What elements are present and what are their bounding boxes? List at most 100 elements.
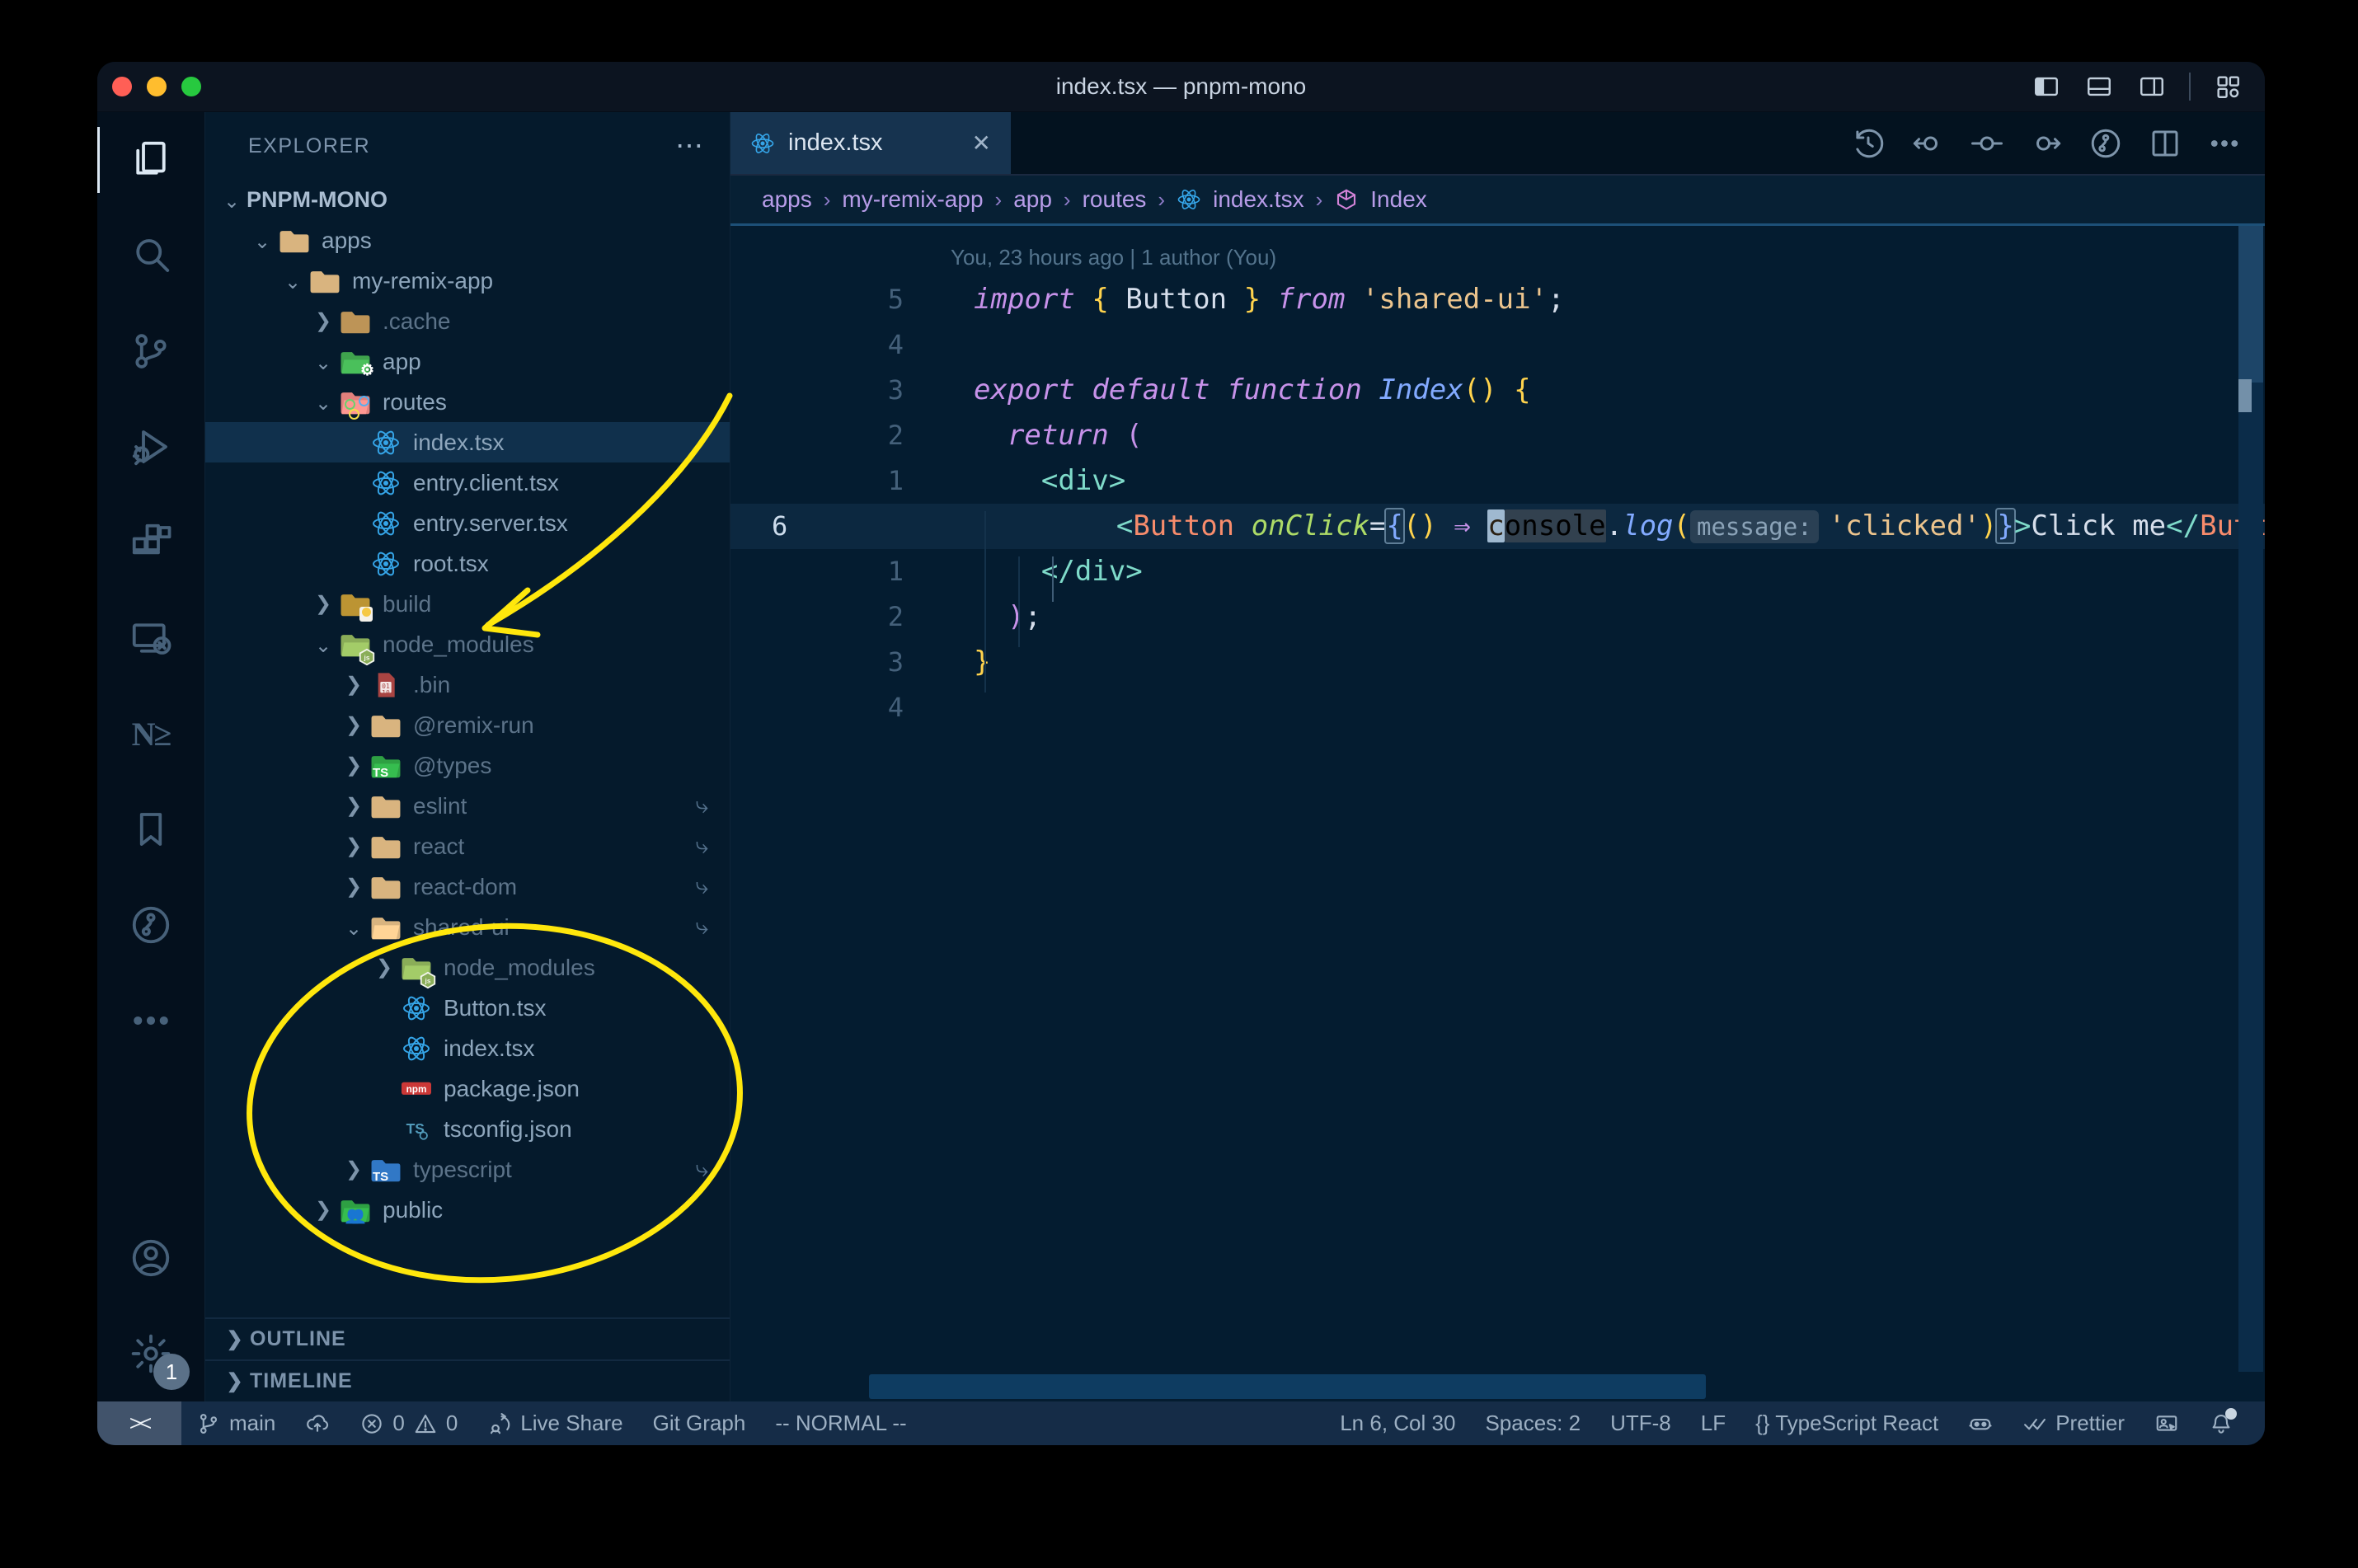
tree-item-package-json[interactable]: npm package.json [205, 1068, 730, 1109]
breadcrumb-item[interactable]: index.tsx [1213, 186, 1304, 213]
activity-remote-explorer[interactable] [97, 590, 204, 686]
vertical-scrollbar-thumb[interactable] [2238, 226, 2263, 383]
symlink-arrow-icon: ⤷ [695, 873, 708, 899]
activity-source-control[interactable] [97, 303, 204, 399]
svg-text:10: 10 [382, 689, 390, 697]
tree-item-eslint[interactable]: ❯ eslint ⤷ [205, 786, 730, 826]
breadcrumb-item[interactable]: apps [762, 186, 812, 213]
code-line[interactable]: 1 </div> [730, 549, 2265, 594]
tree-item-entry-server-tsx[interactable]: entry.server.tsx [205, 503, 730, 543]
tree-item-apps[interactable]: ⌄ apps [205, 220, 730, 261]
open-changes-previous-icon[interactable] [1910, 126, 1945, 161]
status-git-branch[interactable]: main [181, 1401, 290, 1445]
status-cursor-position[interactable]: Ln 6, Col 30 [1325, 1401, 1470, 1445]
status-encoding[interactable]: UTF-8 [1595, 1401, 1686, 1445]
tree-item-build[interactable]: ❯ build [205, 584, 730, 624]
error-icon [359, 1411, 384, 1436]
code-line[interactable]: 3 export default function Index() { [730, 368, 2265, 413]
tree-item-node-modules[interactable]: ⌄ js node_modules [205, 624, 730, 665]
customize-layout-icon[interactable] [2212, 73, 2243, 101]
breadcrumb-item[interactable]: Index [1370, 186, 1427, 213]
tree-item-routes[interactable]: ⌄ routes [205, 382, 730, 422]
breadcrumb-item[interactable]: app [1013, 186, 1052, 213]
code-line[interactable]: 4 [730, 322, 2265, 368]
tree-item-typescript[interactable]: ❯ TS typescript ⤷ [205, 1149, 730, 1190]
code-line[interactable]: 1 <div> [730, 458, 2265, 504]
tree-item-entry-client-tsx[interactable]: entry.client.tsx [205, 462, 730, 503]
chevron-right-icon: ❯ [226, 1328, 244, 1350]
activity-more-views[interactable] [97, 973, 204, 1068]
status-feedback[interactable] [2140, 1401, 2194, 1445]
status-notifications[interactable] [2194, 1401, 2248, 1445]
tree-item-my-remix-app[interactable]: ⌄ my-remix-app [205, 261, 730, 301]
vertical-scrollbar[interactable] [2238, 226, 2263, 1372]
tree-item-label: app [383, 348, 421, 374]
tree-item-react-dom[interactable]: ❯ react-dom ⤷ [205, 866, 730, 907]
open-changes-next-icon[interactable] [2029, 126, 2064, 161]
status-remote-indicator[interactable]: >< [97, 1401, 181, 1445]
tree-item-public[interactable]: ❯ 👤 👤 public [205, 1190, 730, 1230]
activity-accounts[interactable] [97, 1210, 204, 1306]
tree-item--cache[interactable]: ❯ .cache [205, 301, 730, 341]
status-copilot[interactable] [1953, 1401, 2008, 1445]
tree-item-react[interactable]: ❯ react ⤷ [205, 826, 730, 866]
breadcrumb-separator: › [1158, 186, 1166, 212]
panel-outline[interactable]: ❯ OUTLINE [205, 1317, 730, 1359]
code-line[interactable]: 2 ); [730, 594, 2265, 640]
panel-timeline[interactable]: ❯ TIMELINE [205, 1359, 730, 1401]
horizontal-scrollbar[interactable] [869, 1374, 1706, 1399]
activity-nx-console[interactable]: N≥ [97, 686, 204, 782]
status-language-mode[interactable]: {} TypeScript React [1740, 1401, 1953, 1445]
toggle-panel-icon[interactable] [2083, 73, 2115, 101]
code-line[interactable]: 4 [730, 685, 2265, 730]
status-live-share[interactable]: Live Share [472, 1401, 637, 1445]
code-line[interactable]: 3} [730, 640, 2265, 685]
status-git-graph[interactable]: Git Graph [638, 1401, 761, 1445]
activity-extensions[interactable] [97, 495, 204, 590]
more-actions-icon[interactable] [2207, 126, 2242, 161]
open-changes-icon[interactable] [1970, 126, 2004, 161]
activity-bookmarks[interactable] [97, 782, 204, 877]
breadcrumb-item[interactable]: routes [1083, 186, 1147, 213]
tree-item-tsconfig-json[interactable]: TS tsconfig.json [205, 1109, 730, 1149]
gitlens-graph-icon[interactable] [2088, 126, 2123, 161]
tree-item-index-tsx[interactable]: index.tsx [205, 422, 730, 462]
gitlens-blame-annotation[interactable]: You, 23 hours ago | 1 author (You) [730, 237, 2265, 277]
status-publish[interactable] [290, 1401, 345, 1445]
status-eol[interactable]: LF [1686, 1401, 1740, 1445]
tree-item-node-modules[interactable]: ❯ js node_modules [205, 947, 730, 988]
tree-item-pnpm-mono[interactable]: ⌄ PNPM-MONO [205, 180, 730, 220]
tree-item-root-tsx[interactable]: root.tsx [205, 543, 730, 584]
status-prettier[interactable]: Prettier [2008, 1401, 2140, 1445]
tree-item--remix-run[interactable]: ❯ @remix-run [205, 705, 730, 745]
tree-item-shared-ui[interactable]: ⌄ shared-ui ⤷ [205, 907, 730, 947]
status-vim-mode[interactable]: -- NORMAL -- [760, 1401, 921, 1445]
tree-item-label: react [413, 833, 465, 859]
code-line-current[interactable]: 6 <Button onClick={() ⇒ console.log(mess… [730, 504, 2265, 549]
tree-item-app[interactable]: ⌄ ⚙ app [205, 341, 730, 382]
activity-gitlens[interactable] [97, 877, 204, 973]
toggle-secondary-sidebar-icon[interactable] [2136, 73, 2168, 101]
code-editor[interactable]: You, 23 hours ago | 1 author (You) 5 impo… [730, 226, 2265, 1401]
split-editor-icon[interactable] [2148, 126, 2182, 161]
tree-item-label: build [383, 590, 432, 617]
code-line[interactable]: 5 import { Button } from 'shared-ui'; [730, 277, 2265, 322]
file-history-icon[interactable] [1851, 126, 1886, 161]
activity-explorer[interactable] [97, 112, 204, 208]
tree-item--types[interactable]: ❯ TS @types [205, 745, 730, 786]
activity-search[interactable] [97, 208, 204, 303]
tree-item--bin[interactable]: ❯ 01 10 .bin [205, 664, 730, 705]
toggle-primary-sidebar-icon[interactable] [2031, 73, 2062, 101]
tab-index-tsx[interactable]: index.tsx ✕ [730, 112, 1011, 174]
breadcrumb-item[interactable]: my-remix-app [842, 186, 983, 213]
tree-item-button-tsx[interactable]: Button.tsx [205, 988, 730, 1028]
close-tab-icon[interactable]: ✕ [972, 129, 991, 157]
code-line[interactable]: 2 return ( [730, 413, 2265, 458]
activity-run-debug[interactable] [97, 399, 204, 495]
activity-settings[interactable]: 1 [97, 1306, 204, 1401]
status-problems[interactable]: 00 [345, 1401, 472, 1445]
tree-item-index-tsx[interactable]: index.tsx [205, 1028, 730, 1068]
sidebar-more-actions-icon[interactable]: ⋯ [675, 129, 705, 162]
status-indentation[interactable]: Spaces: 2 [1470, 1401, 1595, 1445]
workbench: N≥ 1 EXPLORER ⋯ ⌄ PNPM-MONO ⌄ apps ⌄ my-remix-… [97, 112, 2265, 1401]
